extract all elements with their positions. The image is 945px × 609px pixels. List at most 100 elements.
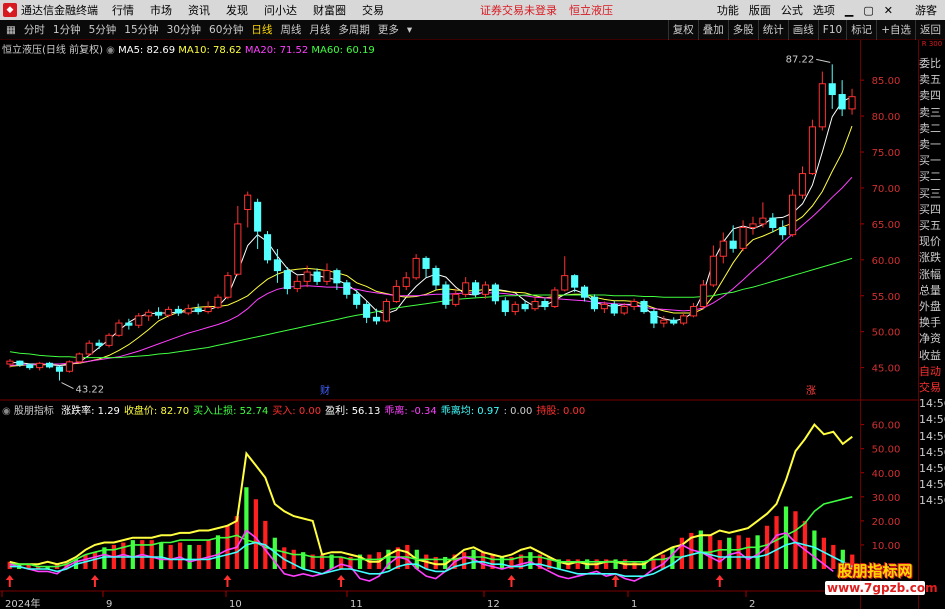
panel-item[interactable]: 卖四 <box>919 88 945 104</box>
panel-item[interactable]: 14:56 <box>919 396 945 412</box>
panel-item[interactable]: 买二 <box>919 169 945 185</box>
panel-item[interactable]: 自动 <box>919 364 945 380</box>
candle-body <box>16 360 24 366</box>
panel-item[interactable]: 涨跌 <box>919 250 945 266</box>
menu-item-banmian[interactable]: 版面 <box>749 2 771 18</box>
btn-zixuan[interactable]: +自选 <box>876 20 915 40</box>
close-icon[interactable]: ✕ <box>884 4 893 17</box>
period-1min[interactable]: 1分钟 <box>49 22 85 37</box>
candle-body <box>432 267 440 286</box>
indicator-settings-icon[interactable]: ◉ <box>2 406 11 417</box>
stock-name: 恒立液压 <box>569 4 613 17</box>
panel-item[interactable]: 14:56 <box>919 412 945 428</box>
period-monthly[interactable]: 月线 <box>305 22 334 37</box>
candle-body <box>145 311 153 317</box>
panel-item[interactable]: 买五 <box>919 218 945 234</box>
login-warning[interactable]: 证券交易未登录 <box>480 2 557 18</box>
panel-item[interactable]: 净资 <box>919 331 945 347</box>
panel-item[interactable]: 换手 <box>919 315 945 331</box>
indicator-legend-item: 乖离均: 0.97 <box>440 406 500 417</box>
minimize-icon[interactable]: ▁ <box>845 4 853 17</box>
btn-huaxian[interactable]: 画线 <box>787 20 818 40</box>
panel-item[interactable]: 卖三 <box>919 105 945 121</box>
period-multi[interactable]: 多周期 <box>334 22 374 37</box>
toolbar-right: 复权 叠加 多股 统计 画线 F10 标记 +自选 返回 <box>667 20 945 40</box>
panel-item[interactable]: 14:56 <box>919 493 945 509</box>
axis-separator <box>860 40 861 609</box>
user-label[interactable]: 游客 <box>915 2 937 18</box>
period-30min[interactable]: 30分钟 <box>163 22 205 37</box>
panel-item[interactable]: 委比 <box>919 56 945 72</box>
panel-item[interactable]: 14:56 <box>919 445 945 461</box>
y-tick-label: 75.00 <box>872 148 901 159</box>
menu-item-shichang[interactable]: 市场 <box>150 2 172 18</box>
panel-item[interactable]: 14:56 <box>919 429 945 445</box>
panel-item[interactable]: 买三 <box>919 186 945 202</box>
indicator-legend-item: 买入: 0.00 <box>272 406 322 417</box>
panel-item[interactable]: 外盘 <box>919 299 945 315</box>
candle-body <box>452 293 460 305</box>
period-60min[interactable]: 60分钟 <box>205 22 247 37</box>
btn-biaoji[interactable]: 标记 <box>846 20 876 40</box>
btn-duogu[interactable]: 多股 <box>727 20 758 40</box>
candle-body <box>164 308 173 316</box>
period-fenshi[interactable]: 分时 <box>20 22 49 37</box>
settings-icon[interactable]: ◉ <box>106 45 115 56</box>
candle-body <box>551 289 559 308</box>
kline-chart[interactable]: 45.00 50.00 55.00 60.00 65.00 70.00 75.00 80.00… <box>0 40 918 609</box>
panel-item[interactable]: 卖五 <box>919 72 945 88</box>
period-15min[interactable]: 15分钟 <box>120 22 162 37</box>
x-axis-label: 2024年 <box>5 597 40 609</box>
panel-item[interactable]: 14:56 <box>919 461 945 477</box>
panel-item[interactable]: 14:56 <box>919 477 945 493</box>
menu-item-hangqing[interactable]: 行情 <box>112 2 134 18</box>
candle-body <box>402 277 410 287</box>
btn-diejia[interactable]: 叠加 <box>697 20 728 40</box>
menu-item-zixun[interactable]: 资讯 <box>188 2 210 18</box>
menu-item-gongneng[interactable]: 功能 <box>717 2 739 18</box>
panel-item[interactable]: 总量 <box>919 283 945 299</box>
candle-body <box>481 284 490 295</box>
y-tick-label: 85.00 <box>872 76 901 87</box>
btn-fanhui[interactable]: 返回 <box>915 20 945 40</box>
candle-body <box>254 201 262 232</box>
panel-item[interactable]: 涨幅 <box>919 267 945 283</box>
menu-item-xuanxiang[interactable]: 选项 <box>813 2 835 18</box>
candle-body <box>85 342 93 355</box>
menu-item-gongshi[interactable]: 公式 <box>781 2 803 18</box>
menu-item-wenxiaoda[interactable]: 问小达 <box>264 2 297 18</box>
maximize-icon[interactable]: ▢ <box>863 4 873 17</box>
period-weekly[interactable]: 周线 <box>276 22 305 37</box>
menu-item-jiaoyi[interactable]: 交易 <box>362 2 384 18</box>
candle-body <box>412 257 420 279</box>
candle-body <box>244 194 252 211</box>
period-5min[interactable]: 5分钟 <box>85 22 121 37</box>
chevron-down-icon[interactable]: ▾ <box>403 24 416 36</box>
period-more[interactable]: 更多 <box>374 22 403 37</box>
buy-arrow-icon <box>507 575 516 587</box>
ind-y-tick-label: 40.00 <box>872 469 901 480</box>
btn-fuquan[interactable]: 复权 <box>667 20 698 40</box>
panel-item[interactable]: 现价 <box>919 234 945 250</box>
legend-ma20: MA20: 71.52 <box>244 45 309 56</box>
btn-f10[interactable]: F10 <box>817 20 846 40</box>
panel-item[interactable]: 买四 <box>919 202 945 218</box>
panel-item[interactable]: 买一 <box>919 153 945 169</box>
panel-item[interactable]: 卖一 <box>919 137 945 153</box>
candle-body <box>194 308 202 313</box>
grid-icon[interactable]: ▦ <box>2 24 20 36</box>
candle-body <box>818 83 826 128</box>
high-price-arrow <box>816 58 831 63</box>
panel-item[interactable]: 卖二 <box>919 121 945 137</box>
menu-item-caifuquan[interactable]: 财富圈 <box>313 2 346 18</box>
panel-item[interactable]: 交易 <box>919 380 945 396</box>
panel-item[interactable]: 收益 <box>919 348 945 364</box>
candle-body <box>531 301 539 310</box>
candle-body <box>224 275 232 298</box>
menu-item-faxian[interactable]: 发现 <box>226 2 248 18</box>
btn-tongji[interactable]: 统计 <box>757 20 788 40</box>
candle-body <box>75 353 83 363</box>
period-daily[interactable]: 日线 <box>247 22 276 37</box>
x-axis-label: 1 <box>631 599 637 609</box>
marker-cai: 财 <box>320 384 330 397</box>
